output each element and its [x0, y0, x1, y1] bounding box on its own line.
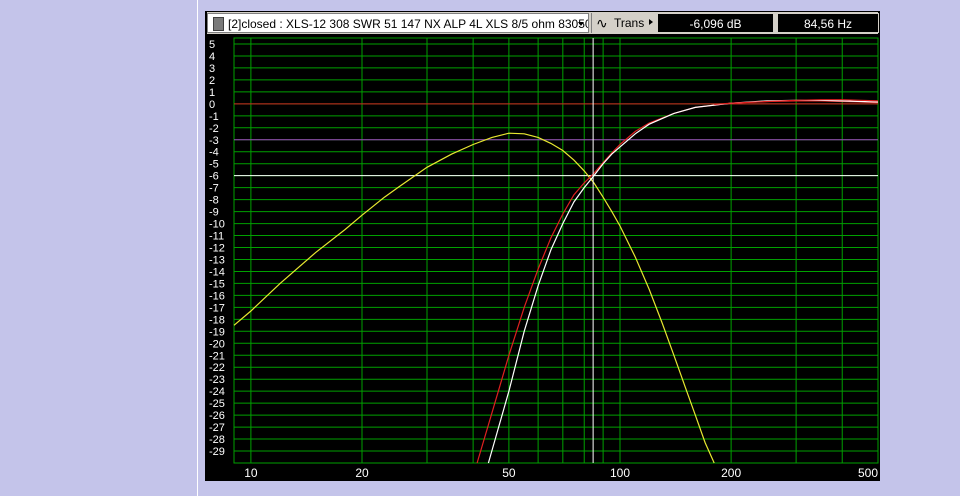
y-tick-label: -26 — [209, 410, 225, 422]
y-tick-label: -15 — [209, 278, 225, 290]
y-tick-label: -22 — [209, 362, 225, 374]
y-tick-label: -3 — [209, 135, 219, 147]
y-tick-label: -6 — [209, 171, 219, 183]
y-tick-label: -18 — [209, 314, 225, 326]
y-tick-label: -19 — [209, 326, 225, 338]
y-tick-label: 0 — [209, 99, 215, 111]
y-tick-label: 4 — [209, 51, 215, 63]
x-tick-label: 500 — [858, 466, 878, 480]
y-tick-label: -25 — [209, 398, 225, 410]
graph-selector-dropdown[interactable]: [2]closed : XLS-12 308 SWR 51 147 NX ALP… — [207, 13, 589, 33]
y-tick-label: -7 — [209, 183, 219, 195]
y-tick-label: -13 — [209, 254, 225, 266]
toolbar: [2]closed : XLS-12 308 SWR 51 147 NX ALP… — [207, 12, 879, 34]
measurement-window: [2]closed : XLS-12 308 SWR 51 147 NX ALP… — [205, 11, 880, 481]
x-tick-label: 50 — [502, 466, 516, 480]
y-tick-label: -29 — [209, 446, 225, 458]
y-tick-label: -4 — [209, 147, 219, 159]
x-tick-label: 200 — [721, 466, 741, 480]
y-tick-label: -24 — [209, 386, 225, 398]
frequency-readout: 84,56 Hz — [777, 13, 879, 33]
y-tick-label: 5 — [209, 39, 215, 51]
y-tick-label: -1 — [209, 111, 219, 123]
y-tick-label: -10 — [209, 219, 225, 231]
y-tick-label: -14 — [209, 266, 225, 278]
y-tick-label: 3 — [209, 63, 215, 75]
x-tick-label: 10 — [244, 466, 258, 480]
y-tick-label: 1 — [209, 87, 215, 99]
mode-button[interactable]: ∿ Trans — [591, 13, 655, 33]
y-tick-label: -2 — [209, 123, 219, 135]
chevron-right-icon — [649, 19, 653, 25]
waveform-icon: ∿ — [596, 15, 608, 31]
y-tick-label: -8 — [209, 195, 219, 207]
y-tick-label: -9 — [209, 207, 219, 219]
level-readout: -6,096 dB — [657, 13, 774, 33]
chevron-down-icon — [578, 22, 584, 26]
frequency-response-chart[interactable]: 543210-1-2-3-4-5-6-7-8-9-10-11-12-13-14-… — [205, 36, 880, 481]
panel-divider — [197, 0, 198, 496]
y-tick-label: -21 — [209, 350, 225, 362]
y-tick-label: -5 — [209, 159, 219, 171]
y-tick-label: -17 — [209, 302, 225, 314]
mode-label: Trans — [614, 16, 645, 30]
y-tick-label: -11 — [209, 231, 224, 243]
document-icon — [213, 17, 224, 31]
y-tick-label: -28 — [209, 434, 225, 446]
y-tick-label: -12 — [209, 243, 225, 255]
y-tick-label: 2 — [209, 75, 215, 87]
x-tick-label: 20 — [355, 466, 369, 480]
y-tick-label: -27 — [209, 422, 225, 434]
y-tick-label: -16 — [209, 290, 225, 302]
y-tick-label: -20 — [209, 338, 225, 350]
graph-title: [2]closed : XLS-12 308 SWR 51 147 NX ALP… — [228, 17, 589, 31]
y-tick-label: -23 — [209, 374, 225, 386]
x-tick-label: 100 — [610, 466, 630, 480]
